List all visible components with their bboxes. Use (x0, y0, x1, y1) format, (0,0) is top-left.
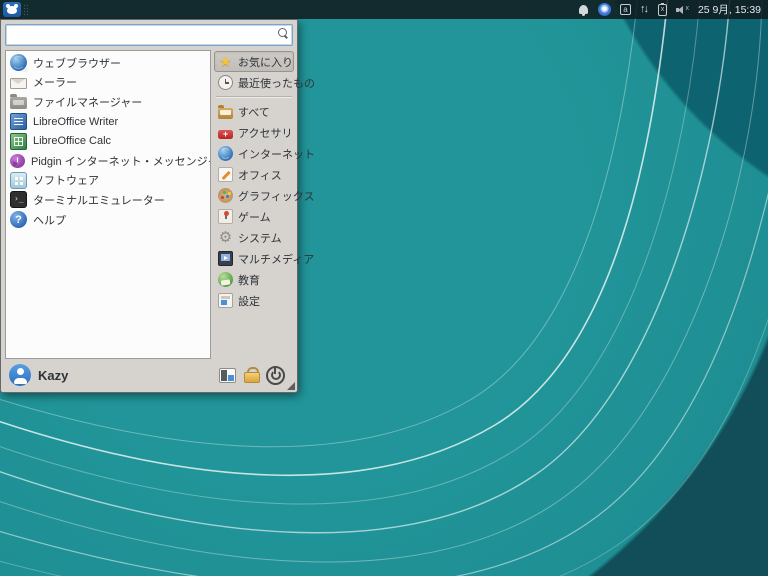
network-traffic-icon[interactable]: ↑ ↓ (640, 3, 649, 16)
clock-icon (218, 75, 233, 90)
category-item-all[interactable]: すべて (214, 101, 294, 122)
games-icon (218, 209, 233, 224)
category-label: 教育 (238, 274, 260, 287)
category-label: オフィス (238, 169, 282, 182)
education-icon (218, 272, 233, 287)
chromium-icon[interactable] (597, 3, 611, 16)
category-item-system[interactable]: システム (214, 227, 294, 248)
app-label: ヘルプ (33, 214, 66, 227)
app-item-mailer[interactable]: メーラー (7, 73, 209, 93)
app-label: ソフトウェア (33, 175, 99, 188)
app-item-pidgin[interactable]: Pidgin インターネット・メッセンジャー (7, 151, 211, 171)
pidgin-icon (10, 154, 25, 169)
whisker-menu: ウェブブラウザー メーラー ファイルマネージャー LibreOffice Wri… (0, 19, 315, 393)
category-label: 設定 (238, 295, 260, 308)
mailer-icon (10, 78, 27, 90)
category-label: インターネット (238, 148, 315, 161)
category-item-recently-used[interactable]: 最近使ったもの (214, 72, 315, 93)
app-item-libreoffice-writer[interactable]: LibreOffice Writer (7, 112, 209, 132)
gear-icon (218, 230, 233, 245)
app-list: ウェブブラウザー メーラー ファイルマネージャー LibreOffice Wri… (5, 50, 211, 359)
category-label: グラフィックス (238, 190, 315, 203)
lock-screen-button[interactable] (243, 367, 260, 383)
app-label: LibreOffice Calc (33, 135, 112, 148)
star-icon (218, 53, 233, 69)
user-name: Kazy (38, 367, 69, 383)
search-box (5, 24, 293, 46)
palette-icon (218, 188, 233, 203)
panel-handle[interactable] (23, 3, 28, 16)
software-icon (10, 171, 27, 189)
xfce-mouse-icon (6, 3, 18, 14)
power-button[interactable] (266, 365, 285, 385)
search-icon (278, 28, 287, 37)
settings-manager-button[interactable] (219, 367, 236, 383)
category-item-graphics[interactable]: グラフィックス (214, 185, 314, 206)
settings-icon (218, 293, 233, 308)
app-item-terminal[interactable]: ターミナルエミュレーター (7, 190, 209, 210)
lock-screen-icon (243, 367, 260, 383)
menu-footer: Kazy (5, 359, 294, 389)
category-label: システム (238, 232, 282, 245)
globe-icon (218, 146, 233, 161)
app-item-help[interactable]: ヘルプ (7, 210, 209, 230)
volume-muted-icon[interactable]: x (675, 4, 689, 15)
office-icon (218, 167, 233, 182)
category-label: 最近使ったもの (238, 77, 315, 90)
category-item-games[interactable]: ゲーム (214, 206, 294, 227)
category-label: ゲーム (238, 211, 271, 224)
file-manager-icon (10, 94, 27, 110)
mute-x-icon: x (685, 5, 689, 12)
menu-columns: ウェブブラウザー メーラー ファイルマネージャー LibreOffice Wri… (5, 50, 315, 359)
help-icon (10, 211, 27, 229)
category-item-favorites[interactable]: お気に入り (214, 51, 294, 72)
app-label: ターミナルエミュレーター (33, 194, 165, 207)
category-label: すべて (238, 106, 270, 119)
category-label: マルチメディア (238, 253, 315, 266)
keyboard-layout-icon[interactable]: a (619, 4, 631, 15)
app-item-software[interactable]: ソフトウェア (7, 171, 209, 191)
app-label: ファイルマネージャー (33, 96, 143, 109)
category-label: お気に入り (238, 56, 293, 69)
multimedia-icon (218, 251, 233, 266)
app-label: ウェブブラウザー (33, 57, 121, 70)
resize-grip[interactable] (287, 382, 295, 390)
libreoffice-calc-icon (10, 132, 27, 150)
folder-icon (218, 104, 233, 119)
app-item-file-manager[interactable]: ファイルマネージャー (7, 92, 209, 112)
search-input[interactable] (5, 24, 293, 46)
category-item-education[interactable]: 教育 (214, 269, 294, 290)
web-browser-icon (10, 54, 27, 72)
whisker-menu-button[interactable] (3, 2, 21, 17)
clock[interactable]: 25 9月, 15:39 (698, 2, 761, 17)
system-tray: a ↑ ↓ x 25 9月, 15:39 (578, 2, 768, 17)
app-label: Pidgin インターネット・メッセンジャー (31, 155, 211, 168)
category-label: アクセサリ (238, 127, 293, 140)
avatar[interactable] (9, 364, 31, 386)
settings-manager-icon (219, 367, 236, 383)
category-list: お気に入り 最近使ったもの すべて アクセサリ インターネット オフィス (214, 50, 315, 359)
app-label: LibreOffice Writer (33, 115, 119, 128)
app-label: メーラー (33, 77, 77, 90)
category-item-multimedia[interactable]: マルチメディア (214, 248, 314, 269)
app-item-web-browser[interactable]: ウェブブラウザー (7, 53, 209, 73)
power-icon (266, 365, 285, 385)
terminal-icon (10, 191, 27, 209)
down-arrow-icon: ↓ (643, 3, 649, 15)
top-panel: a ↑ ↓ x 25 9月, 15:39 (0, 0, 768, 19)
clipboard-manager-icon[interactable] (657, 2, 667, 16)
category-separator (216, 96, 292, 98)
libreoffice-writer-icon (10, 113, 27, 131)
category-item-internet[interactable]: インターネット (214, 143, 315, 164)
category-item-settings[interactable]: 設定 (214, 290, 294, 311)
category-item-accessories[interactable]: アクセサリ (214, 122, 294, 143)
category-item-office[interactable]: オフィス (214, 164, 294, 185)
app-item-libreoffice-calc[interactable]: LibreOffice Calc (7, 131, 209, 151)
accessories-icon (218, 129, 233, 139)
notification-bell-icon[interactable] (578, 4, 589, 16)
